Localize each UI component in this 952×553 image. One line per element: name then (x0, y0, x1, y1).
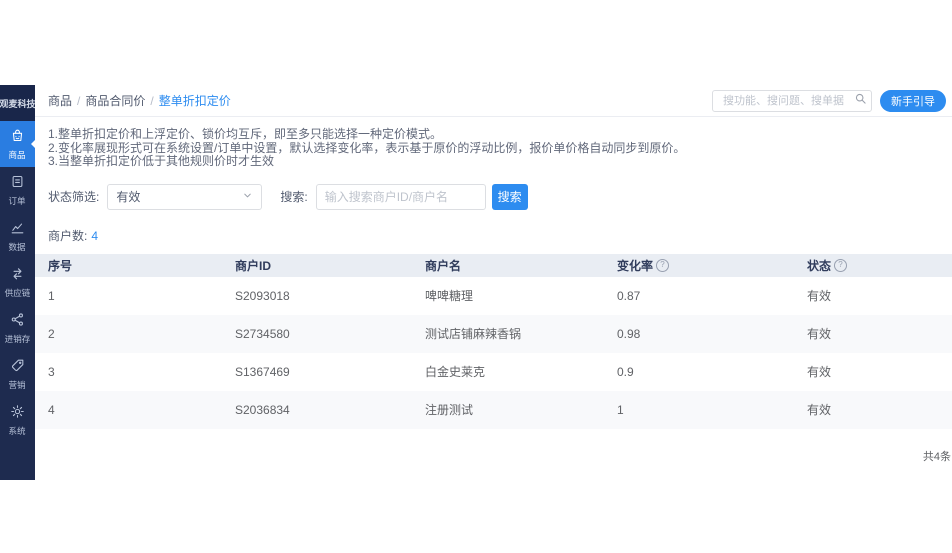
cell-status: 有效 (807, 365, 832, 379)
order-doc-icon (10, 174, 25, 194)
sidebar-item-6[interactable]: 系统 (0, 397, 35, 443)
table-row: 2 S2734580 测试店铺麻辣香锅 0.98 有效 (35, 314, 952, 353)
breadcrumb-separator: / (150, 93, 154, 108)
cell-merchant-id: S2734580 (235, 326, 290, 341)
col-header-change-rate-label: 变化率 (617, 258, 654, 273)
cell-merchant-id: S1367469 (235, 364, 290, 379)
shopping-bag-icon (10, 128, 25, 148)
cell-index: 1 (48, 288, 55, 303)
global-search-input[interactable] (721, 93, 854, 108)
cell-status: 有效 (807, 403, 832, 417)
cell-index: 2 (48, 326, 55, 341)
help-icon[interactable]: ? (834, 258, 848, 272)
status-filter-value: 有效 (116, 190, 141, 204)
search-icon[interactable] (854, 92, 867, 110)
col-header-change-rate: 变化率 ? (604, 257, 794, 274)
merchant-count-value: 4 (91, 228, 99, 243)
sidebar-nav: 商品 订单 数据 供应链 进销存 营销 系统 (0, 121, 35, 443)
help-icon[interactable]: ? (656, 258, 670, 272)
merchant-search-input[interactable] (315, 183, 486, 210)
breadcrumb-item-products[interactable]: 商品 (48, 92, 72, 109)
gear-icon (10, 404, 25, 424)
sidebar-item-0[interactable]: 商品 (0, 121, 35, 167)
breadcrumb: 商品 / 商品合同价 / 整单折扣定价 (48, 92, 231, 109)
pagination-total: 共4条 (922, 451, 951, 463)
tag-icon (10, 358, 25, 378)
sidebar-item-2[interactable]: 数据 (0, 213, 35, 259)
sidebar-item-4[interactable]: 进销存 (0, 305, 35, 351)
cell-merchant-name: 白金史莱克 (425, 365, 486, 379)
search-button[interactable]: 搜索 (491, 183, 528, 210)
cell-merchant-name: 注册测试 (425, 403, 474, 417)
cell-change-rate: 0.98 (617, 326, 641, 341)
col-header-merchant-name: 商户名 (425, 258, 462, 273)
search-field-label: 搜索: (280, 190, 308, 204)
cell-merchant-name: 啤啤糖理 (425, 289, 474, 303)
cell-status: 有效 (807, 327, 832, 341)
breadcrumb-separator: / (77, 93, 81, 108)
cell-index: 3 (48, 364, 55, 379)
chevron-down-icon (242, 190, 253, 204)
cell-change-rate: 0.9 (617, 364, 634, 379)
main-content: 商品 / 商品合同价 / 整单折扣定价 新手引导 1.整单折扣定价和上浮定价、锁… (35, 85, 952, 480)
cell-merchant-id: S2036834 (235, 402, 290, 417)
col-header-status-label: 状态 (807, 258, 832, 273)
table-row: 3 S1367469 白金史莱克 0.9 有效 (35, 352, 952, 391)
global-search-box[interactable] (712, 89, 872, 112)
app-window: 观麦科技 商品 订单 数据 供应链 进销存 营销 系统 商品 / 商品合同价 /… (0, 85, 952, 480)
exchange-arrows-icon (10, 266, 25, 286)
sidebar-item-1[interactable]: 订单 (0, 167, 35, 213)
notice-block: 1.整单折扣定价和上浮定价、锁价均互斥，即至多只能选择一种定价模式。 2.变化率… (35, 117, 952, 169)
sidebar-item-3[interactable]: 供应链 (0, 259, 35, 305)
table-body: 1 S2093018 啤啤糖理 0.87 有效 2 S2734580 测试店铺麻… (35, 276, 952, 429)
sidebar-item-5[interactable]: 营销 (0, 351, 35, 397)
share-nodes-icon (10, 312, 25, 332)
cell-merchant-name: 测试店铺麻辣香锅 (425, 327, 522, 341)
line-chart-icon (10, 220, 25, 240)
status-filter-label: 状态筛选: (48, 190, 100, 204)
breadcrumb-item-current: 整单折扣定价 (158, 94, 231, 108)
app-logo: 观麦科技 (0, 85, 35, 121)
col-header-status: 状态 ? (794, 257, 952, 274)
cell-change-rate: 1 (617, 402, 624, 417)
cell-change-rate: 0.87 (617, 288, 641, 303)
merchant-count-label: 商户数: (48, 228, 88, 243)
merchants-table: 序号 商户ID 商户名 变化率 ? 状态 ? 1 S2093018 啤啤糖理 0… (35, 253, 952, 429)
cell-merchant-id: S2093018 (235, 288, 290, 303)
breadcrumb-item-contract-price[interactable]: 商品合同价 (85, 92, 145, 109)
col-header-merchant-id: 商户ID (235, 258, 272, 273)
notice-line: 2.变化率展现形式可在系统设置/订单中设置，默认选择变化率，表示基于原价的浮动比… (48, 140, 686, 155)
filter-row: 状态筛选: 有效 搜索: 搜索 (48, 183, 952, 210)
merchant-count: 商户数: 4 (48, 227, 952, 244)
sidebar: 观麦科技 商品 订单 数据 供应链 进销存 营销 系统 (0, 85, 35, 480)
notice-line: 3.当整单折扣定价低于其他规则价时才生效 (48, 154, 275, 168)
newbie-guide-button[interactable]: 新手引导 (880, 89, 946, 112)
status-filter-select[interactable]: 有效 (107, 183, 263, 210)
notice-line: 1.整单折扣定价和上浮定价、锁价均互斥，即至多只能选择一种定价模式。 (48, 127, 443, 141)
topbar-right: 新手引导 (712, 89, 946, 112)
table-row: 1 S2093018 啤啤糖理 0.87 有效 (35, 276, 952, 315)
topbar: 商品 / 商品合同价 / 整单折扣定价 新手引导 (35, 85, 952, 117)
cell-index: 4 (48, 402, 55, 417)
table-header-row: 序号 商户ID 商户名 变化率 ? 状态 ? (35, 253, 952, 277)
cell-status: 有效 (807, 289, 832, 303)
col-header-index: 序号 (48, 258, 73, 273)
table-row: 4 S2036834 注册测试 1 有效 (35, 390, 952, 429)
